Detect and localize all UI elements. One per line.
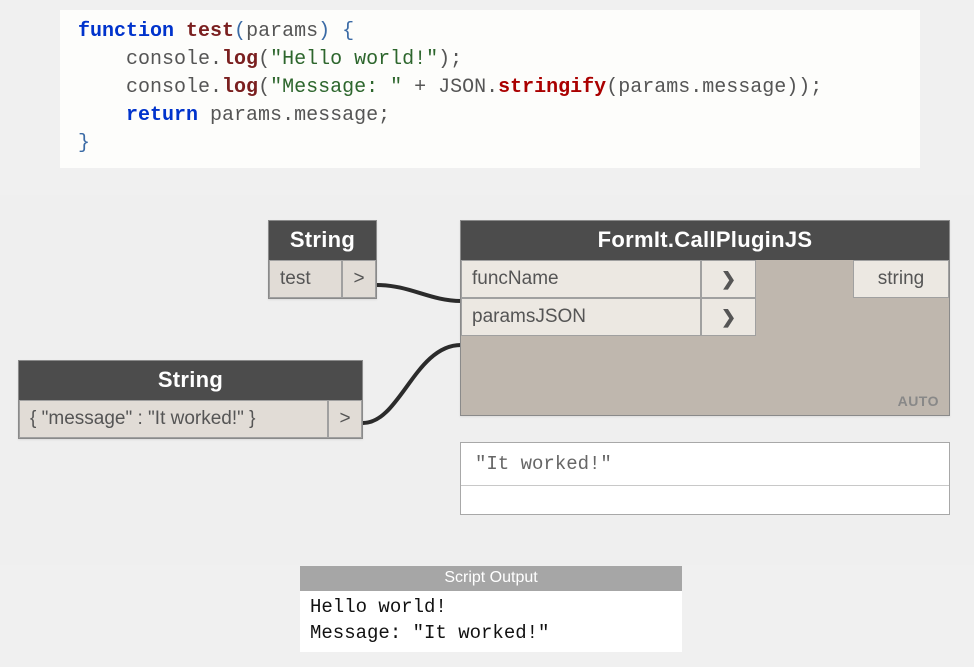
script-output-body: Hello world! Message: "It worked!" — [300, 591, 682, 652]
script-output-title: Script Output — [300, 566, 682, 591]
function-name: test — [186, 20, 234, 43]
node-canvas[interactable]: String test > String { "message" : "It w… — [0, 195, 974, 565]
node-header: FormIt.CallPluginJS — [461, 221, 949, 260]
result-empty-line — [461, 486, 949, 514]
string-value[interactable]: { "message" : "It worked!" } — [19, 400, 328, 438]
node-header: String — [269, 221, 376, 260]
auto-tag: AUTO — [898, 393, 939, 409]
node-callpluginjs[interactable]: FormIt.CallPluginJS funcName ❯ string pa… — [460, 220, 950, 416]
result-line: "It worked!" — [461, 443, 949, 486]
script-output-panel: Script Output Hello world! Message: "It … — [300, 566, 682, 652]
node-header: String — [19, 361, 362, 400]
code-block: function test(params) { console.log("Hel… — [60, 10, 920, 168]
input-port-funcname[interactable]: funcName — [461, 260, 701, 298]
string-value[interactable]: test — [269, 260, 342, 298]
chevron-right-icon[interactable]: ❯ — [701, 298, 756, 336]
input-port-paramsjson[interactable]: paramsJSON — [461, 298, 701, 336]
method-log: log — [222, 48, 258, 71]
chevron-right-icon[interactable]: ❯ — [701, 260, 756, 298]
node-string-test[interactable]: String test > — [268, 220, 377, 299]
output-type: string — [853, 260, 949, 298]
output-port[interactable]: > — [342, 260, 376, 298]
result-preview: "It worked!" — [460, 442, 950, 515]
output-port[interactable]: > — [328, 400, 362, 438]
keyword-function: function — [78, 20, 174, 43]
node-string-json[interactable]: String { "message" : "It worked!" } > — [18, 360, 363, 439]
